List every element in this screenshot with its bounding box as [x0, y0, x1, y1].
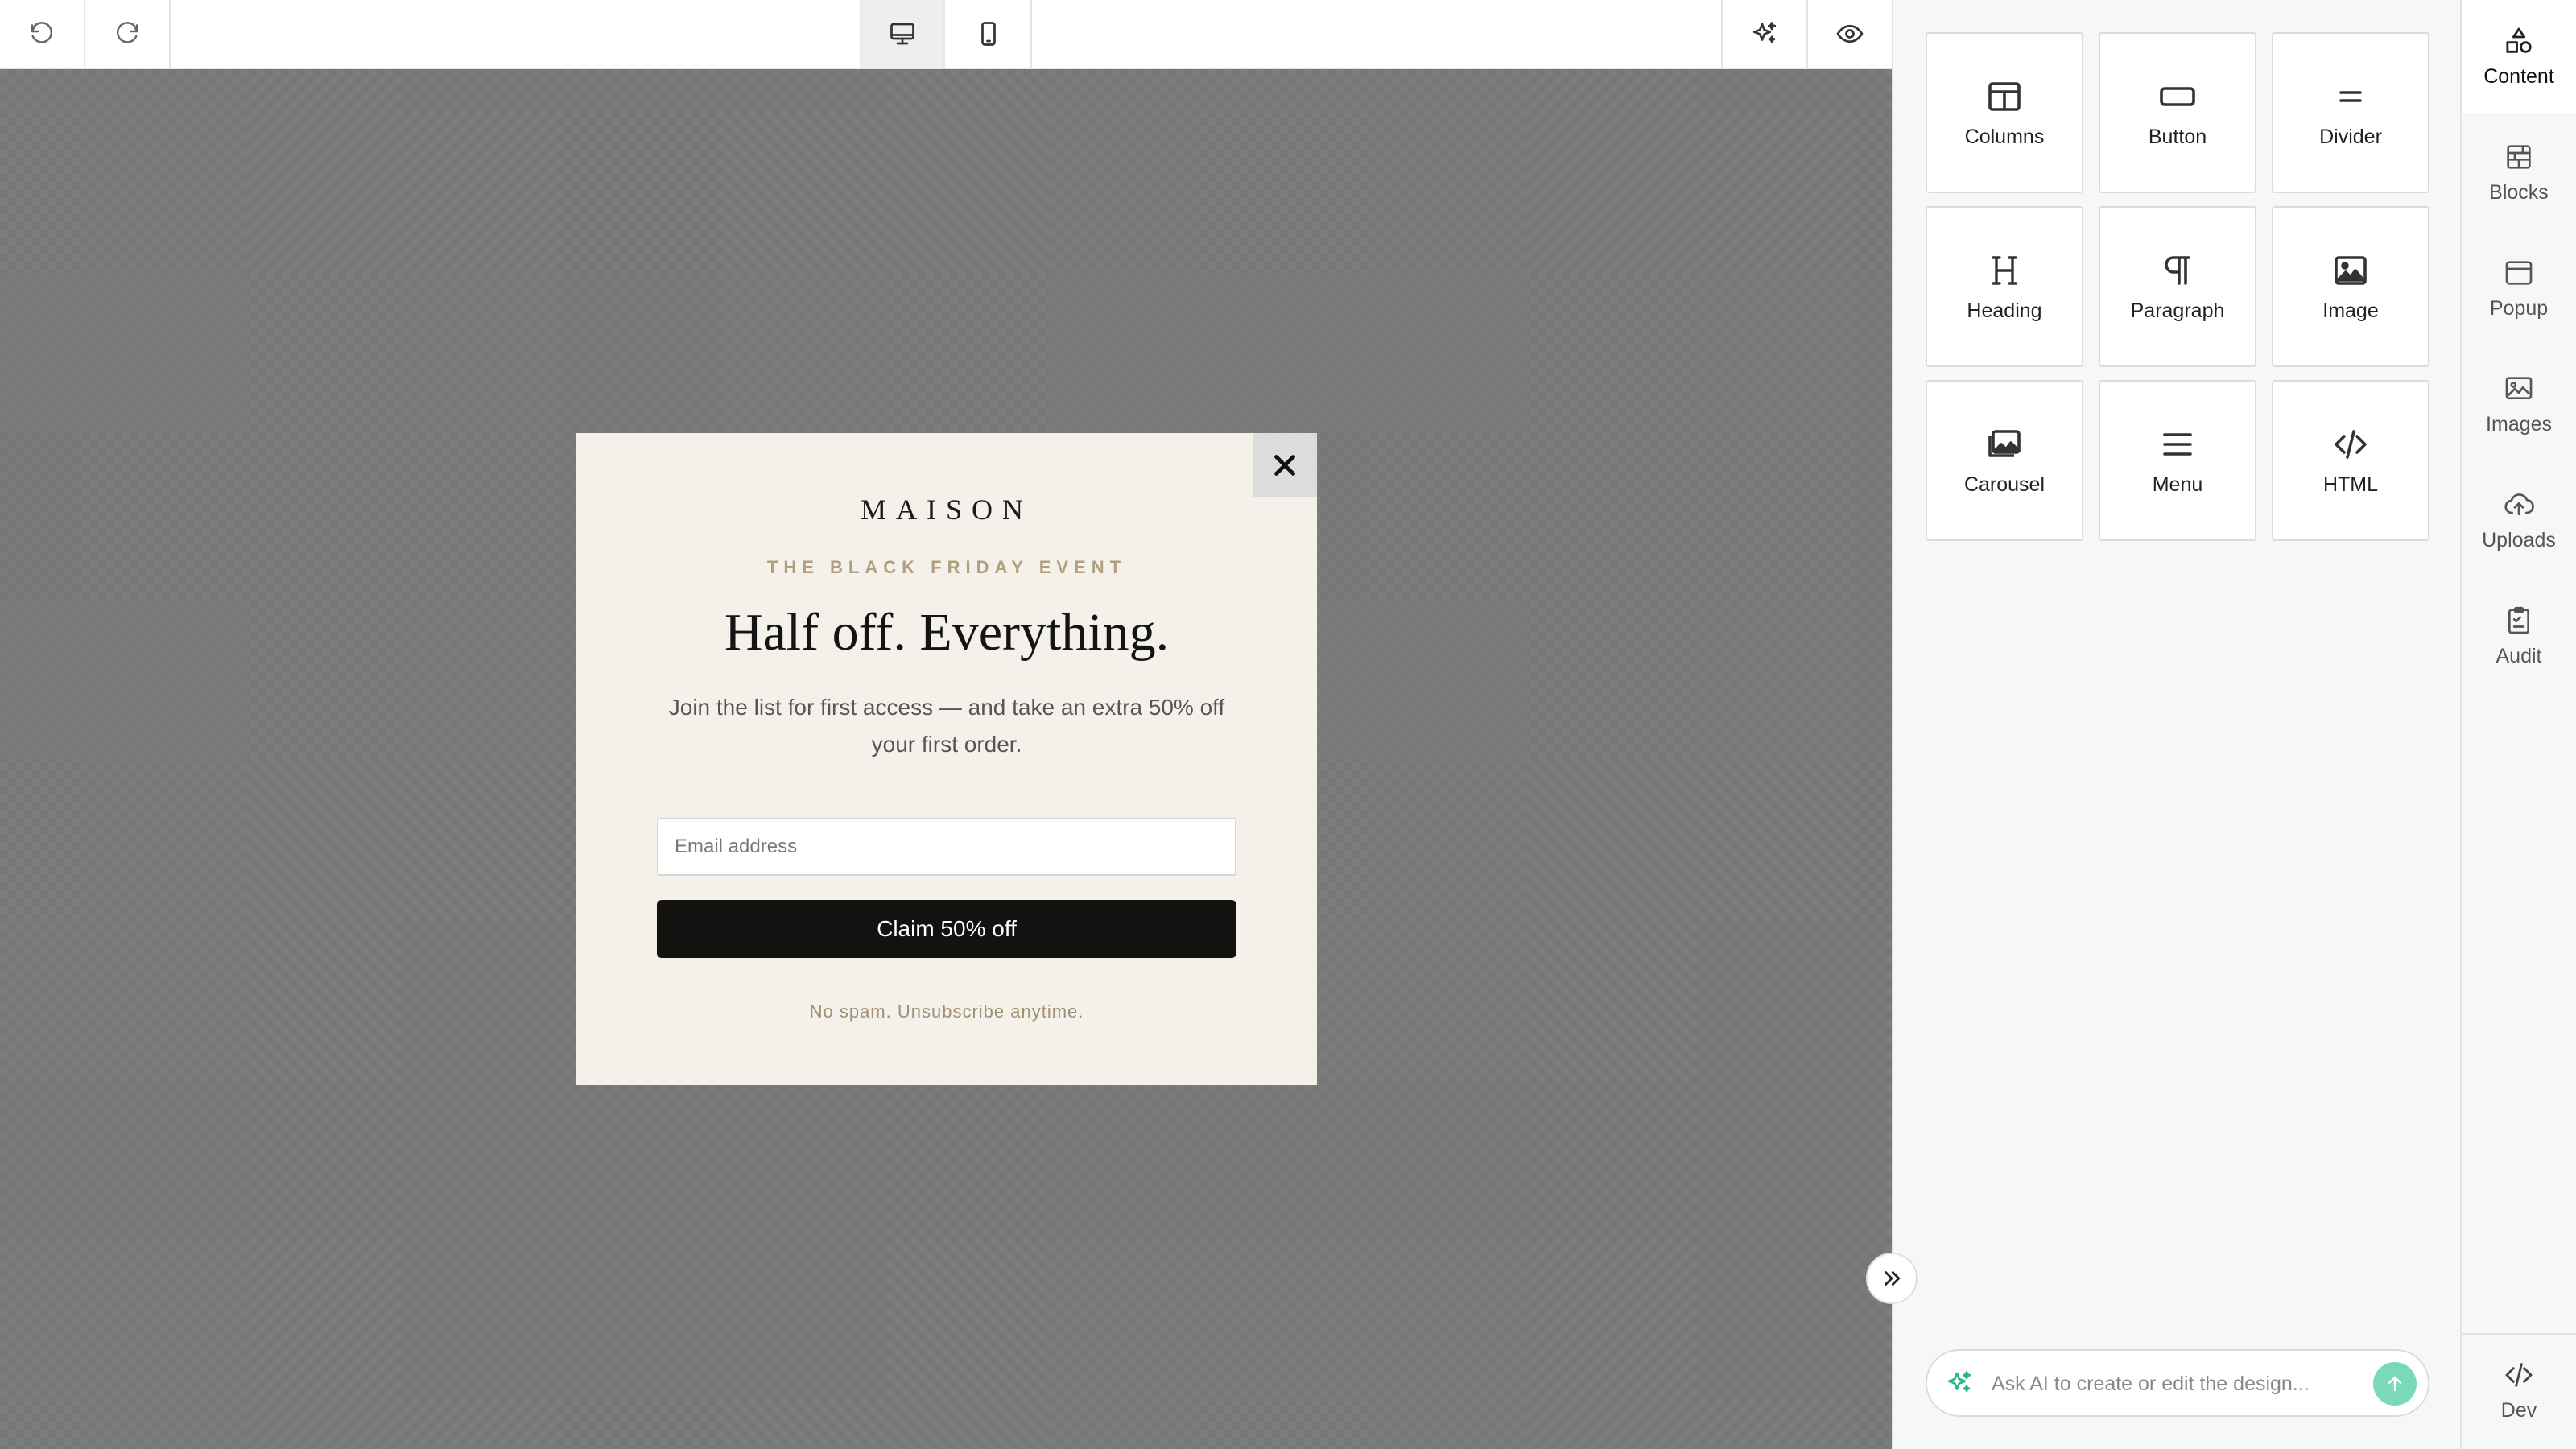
mobile-view-button[interactable] — [947, 0, 1032, 68]
brand-logo-text: MAISON — [860, 493, 1033, 526]
image-icon — [2334, 255, 2367, 285]
nav-uploads[interactable]: Uploads — [2462, 464, 2576, 576]
ai-prompt-input[interactable] — [1992, 1362, 2362, 1406]
nav-audit[interactable]: Audit — [2462, 580, 2576, 692]
nav-label: Uploads — [2482, 528, 2556, 551]
arrow-up-icon — [2388, 1376, 2402, 1392]
code-icon — [2334, 429, 2367, 459]
nav-dev[interactable]: Dev — [2462, 1333, 2576, 1446]
nav-images[interactable]: Images — [2462, 348, 2576, 460]
tile-carousel[interactable]: Carousel — [1926, 380, 2083, 541]
popup-preview[interactable]: MAISON THE BLACK FRIDAY EVENT Half off. … — [576, 433, 1317, 1085]
tile-image[interactable]: Image — [2272, 206, 2429, 367]
nav-label: Blocks — [2489, 180, 2549, 204]
tile-html[interactable]: HTML — [2272, 380, 2429, 541]
shapes-icon — [2506, 27, 2532, 53]
tile-label: HTML — [2322, 473, 2379, 496]
ai-prompt-box — [1926, 1349, 2429, 1417]
double-chevron-right-icon — [1885, 1271, 1901, 1286]
nav-label: Audit — [2496, 644, 2542, 667]
tile-label: Paragraph — [2130, 299, 2225, 322]
popup-close-button[interactable] — [1253, 433, 1317, 497]
tile-label: Carousel — [1963, 473, 2046, 496]
nav-popup[interactable]: Popup — [2462, 232, 2576, 345]
nav-label: Dev — [2500, 1398, 2537, 1422]
tile-label: Image — [2322, 299, 2379, 322]
claim-offer-button[interactable]: Claim 50% off — [657, 900, 1236, 958]
nav-blocks[interactable]: Blocks — [2462, 116, 2576, 229]
tile-label: Divider — [2319, 125, 2382, 148]
tile-heading[interactable]: Heading — [1926, 206, 2083, 367]
tile-label: Button — [2148, 125, 2207, 148]
tile-label: Heading — [1967, 299, 2042, 322]
nav-label: Content — [2483, 64, 2554, 88]
sparkle-icon — [1947, 1371, 1971, 1393]
tile-paragraph[interactable]: Paragraph — [2099, 206, 2256, 367]
eye-icon — [1836, 24, 1864, 43]
ai-send-button[interactable] — [2373, 1362, 2417, 1406]
popup-eyebrow: THE BLACK FRIDAY EVENT — [766, 557, 1127, 577]
undo-icon — [31, 22, 53, 43]
redo-icon — [116, 22, 138, 43]
popup-subtext: Join the list for first access — and tak… — [668, 695, 1225, 757]
content-panel: Columns Button Divider Heading Paragraph… — [1892, 0, 2460, 1449]
nav-content[interactable]: Content — [2462, 0, 2576, 113]
tile-label: Columns — [1964, 125, 2045, 148]
email-field[interactable] — [657, 818, 1236, 876]
nav-label: Popup — [2489, 296, 2549, 320]
carousel-icon — [1988, 429, 2021, 457]
paragraph-icon — [2165, 255, 2190, 285]
blocks-icon — [2507, 144, 2531, 169]
tile-divider[interactable]: Divider — [2272, 32, 2429, 193]
collapse-panel-button[interactable] — [1866, 1253, 1918, 1304]
menu-icon — [2163, 432, 2192, 456]
popup-fineprint: No spam. Unsubscribe anytime. — [809, 1001, 1084, 1022]
popup-headline: Half off. Everything. — [724, 603, 1170, 662]
mobile-icon — [981, 22, 996, 46]
preview-button[interactable] — [1806, 0, 1892, 68]
images-icon — [2505, 376, 2533, 399]
desktop-icon — [890, 23, 914, 45]
desktop-view-button[interactable] — [860, 0, 945, 68]
button-icon — [2160, 86, 2195, 106]
ai-assist-button[interactable] — [1721, 0, 1806, 68]
divider-icon — [2339, 90, 2362, 102]
tile-menu[interactable]: Menu — [2099, 380, 2256, 541]
close-icon — [1274, 455, 1295, 476]
tile-button[interactable]: Button — [2099, 32, 2256, 193]
nav-label: Images — [2486, 412, 2552, 436]
tile-label: Menu — [2152, 473, 2203, 496]
sparkle-icon — [1752, 22, 1777, 43]
redo-button[interactable] — [85, 0, 171, 68]
columns-icon — [1988, 81, 2021, 111]
upload-cloud-icon — [2504, 493, 2534, 515]
undo-button[interactable] — [0, 0, 85, 68]
right-nav: Content Blocks Popup Images Uploads Audi… — [2460, 0, 2576, 1449]
popup-icon — [2505, 260, 2533, 285]
top-toolbar — [0, 0, 1892, 69]
code-icon — [2505, 1362, 2533, 1387]
clipboard-icon — [2508, 606, 2529, 634]
tile-columns[interactable]: Columns — [1926, 32, 2083, 193]
heading-icon — [1992, 255, 2017, 285]
